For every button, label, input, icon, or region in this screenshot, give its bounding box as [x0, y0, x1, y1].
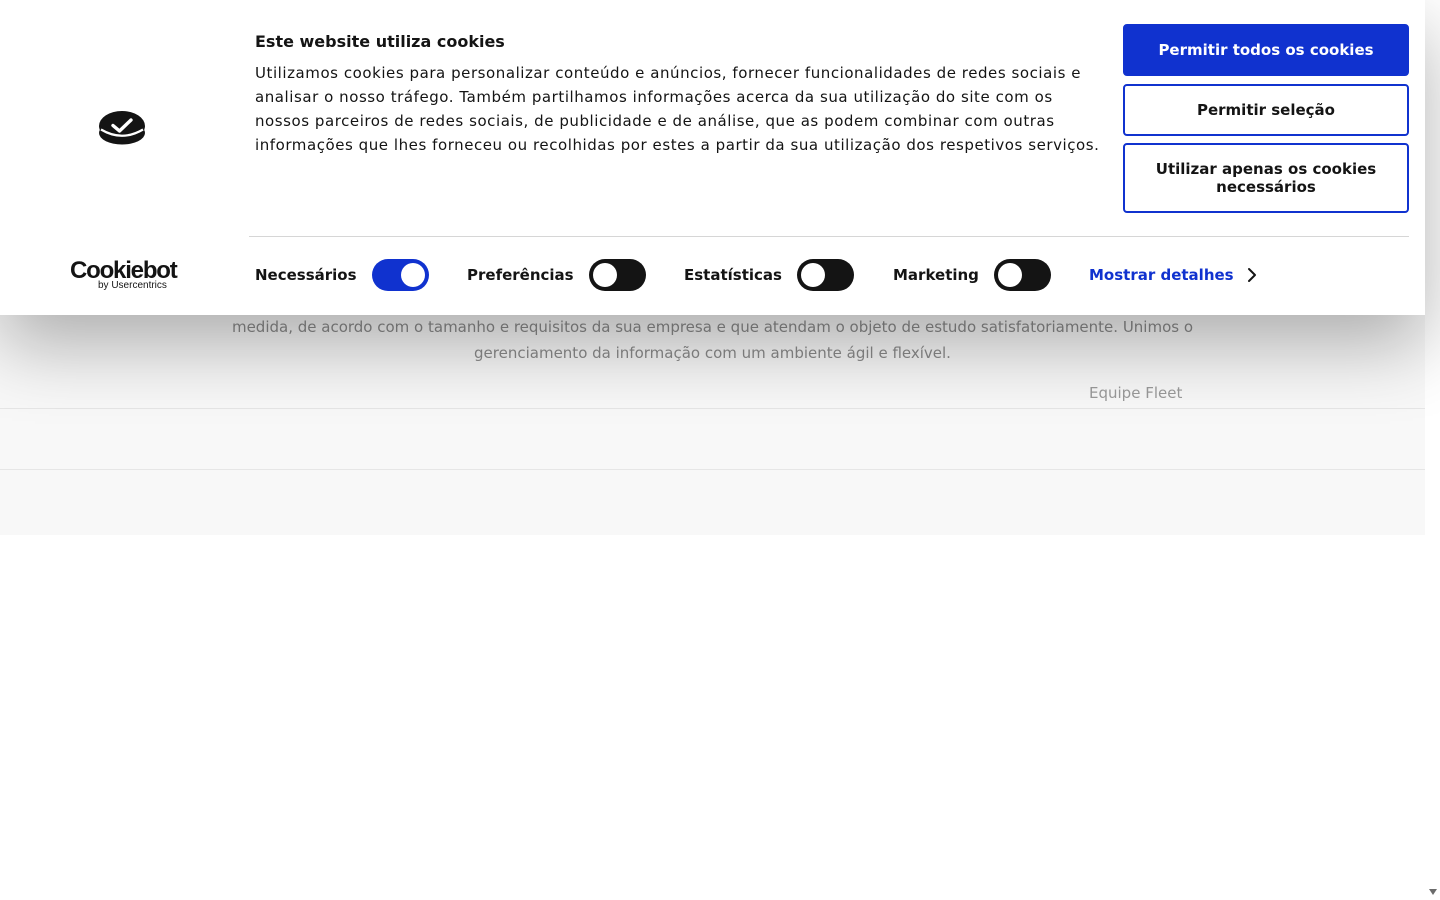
toggle-preferencias: Preferências: [467, 258, 646, 292]
necessarios-switch[interactable]: [371, 259, 429, 291]
necessary-only-button[interactable]: Utilizar apenas os cookies necessários: [1123, 143, 1409, 213]
banner-description: Utilizamos cookies para personalizar con…: [255, 64, 1100, 154]
toggle-label: Estatísticas: [684, 266, 782, 284]
preferencias-switch[interactable]: [588, 259, 646, 291]
switch-knob: [997, 263, 1022, 287]
toggle-necessarios: Necessários: [255, 258, 429, 292]
page-intro-line: gerenciamento da informação com um ambie…: [474, 344, 951, 362]
page-signature: Equipe Fleet: [1089, 384, 1183, 402]
show-details-link[interactable]: Mostrar detalhes: [1089, 265, 1258, 285]
toggle-label: Preferências: [467, 266, 574, 284]
toggle-label: Necessários: [255, 266, 357, 284]
allow-selection-button[interactable]: Permitir seleção: [1123, 84, 1409, 136]
cookiebot-logo-byline: by Usercentrics: [98, 280, 167, 291]
toggle-estatisticas: Estatísticas: [684, 258, 854, 292]
page-intro-text: medida, de acordo com o tamanho e requis…: [200, 314, 1225, 366]
banner-divider: [249, 236, 1409, 237]
scroll-down-arrow-icon[interactable]: [1429, 889, 1437, 895]
brand-check-logo-icon: [99, 111, 145, 145]
marketing-switch[interactable]: [993, 259, 1051, 291]
toggle-label: Marketing: [893, 266, 979, 284]
cookiebot-logo: Cookiebot by Usercentrics: [70, 259, 178, 293]
banner-title: Este website utiliza cookies: [255, 32, 505, 51]
chevron-right-icon: [1247, 268, 1256, 282]
cookie-consent-banner: Este website utiliza cookies Utilizamos …: [0, 0, 1425, 315]
allow-all-cookies-button[interactable]: Permitir todos os cookies: [1123, 24, 1409, 76]
page-divider: [0, 408, 1425, 409]
page-scrollbar[interactable]: [1425, 0, 1440, 900]
switch-knob: [400, 263, 425, 287]
toggle-marketing: Marketing: [893, 258, 1051, 292]
switch-knob: [592, 263, 617, 287]
show-details-label: Mostrar detalhes: [1089, 266, 1234, 284]
switch-knob: [800, 263, 825, 287]
page-intro-line: medida, de acordo com o tamanho e requis…: [231, 318, 1194, 336]
page-divider: [0, 469, 1425, 470]
estatisticas-switch[interactable]: [796, 259, 854, 291]
